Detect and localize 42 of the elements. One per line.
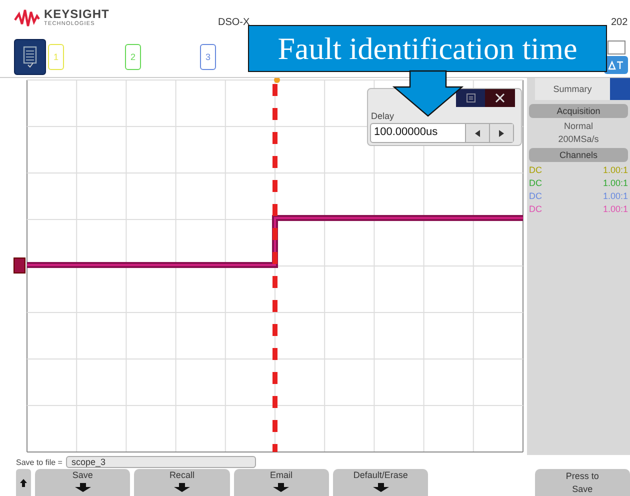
delay-label: Delay — [371, 111, 394, 121]
summary-tab[interactable]: Summary — [535, 78, 610, 100]
close-icon — [495, 93, 505, 103]
acquisition-value: 200MSa/s — [557, 134, 600, 144]
callout-label: Fault identification time — [248, 25, 607, 72]
softkey-button[interactable]: Default/Erase — [332, 469, 428, 496]
channel-coupling: DC — [529, 165, 542, 175]
down-arrow-icon — [273, 483, 290, 492]
channel-probe-ratio: 1.00:1 — [602, 165, 628, 175]
header-info: 202 — [611, 17, 628, 28]
menu-button[interactable] — [14, 39, 46, 75]
down-arrow-icon — [174, 483, 190, 492]
file-name-field[interactable]: scope_3 — [66, 456, 256, 468]
up-arrow-icon — [20, 478, 27, 486]
callout-arrow — [392, 70, 464, 118]
channel-coupling: DC — [529, 191, 542, 201]
menu-icon — [466, 93, 476, 103]
delta-t-icon — [608, 60, 624, 70]
document-icon — [23, 46, 37, 68]
softkey-button[interactable]: Email — [234, 469, 329, 496]
channel-coupling: DC — [529, 178, 542, 188]
back-button[interactable] — [16, 469, 31, 496]
softkey-button[interactable]: Press to Save — [534, 469, 630, 496]
header-info: DSO-X — [218, 17, 250, 28]
popup-menu-button[interactable] — [456, 89, 485, 107]
brand-name: KEYSIGHT — [44, 8, 110, 20]
down-arrow-icon — [372, 483, 389, 492]
trigger-marker-icon[interactable] — [274, 78, 280, 83]
softkey-button[interactable]: Save — [34, 469, 130, 496]
channel-probe-ratio: 1.00:1 — [602, 178, 628, 188]
ground-marker-icon[interactable] — [14, 258, 26, 274]
section-heading: Channels — [529, 148, 628, 162]
down-arrow-icon — [74, 483, 91, 492]
logo-icon — [14, 8, 40, 28]
acquisition-value: Normal — [562, 121, 594, 131]
close-button[interactable] — [485, 89, 515, 107]
channel-coupling: DC — [529, 204, 542, 214]
channel-probe-ratio: 1.00:1 — [602, 204, 628, 214]
save-file-label: Save to file = — [16, 458, 62, 466]
section-heading: Acquisition — [529, 104, 628, 118]
softkey-button[interactable]: Recall — [134, 469, 230, 496]
channel-probe-ratio: 1.00:1 — [602, 191, 628, 201]
